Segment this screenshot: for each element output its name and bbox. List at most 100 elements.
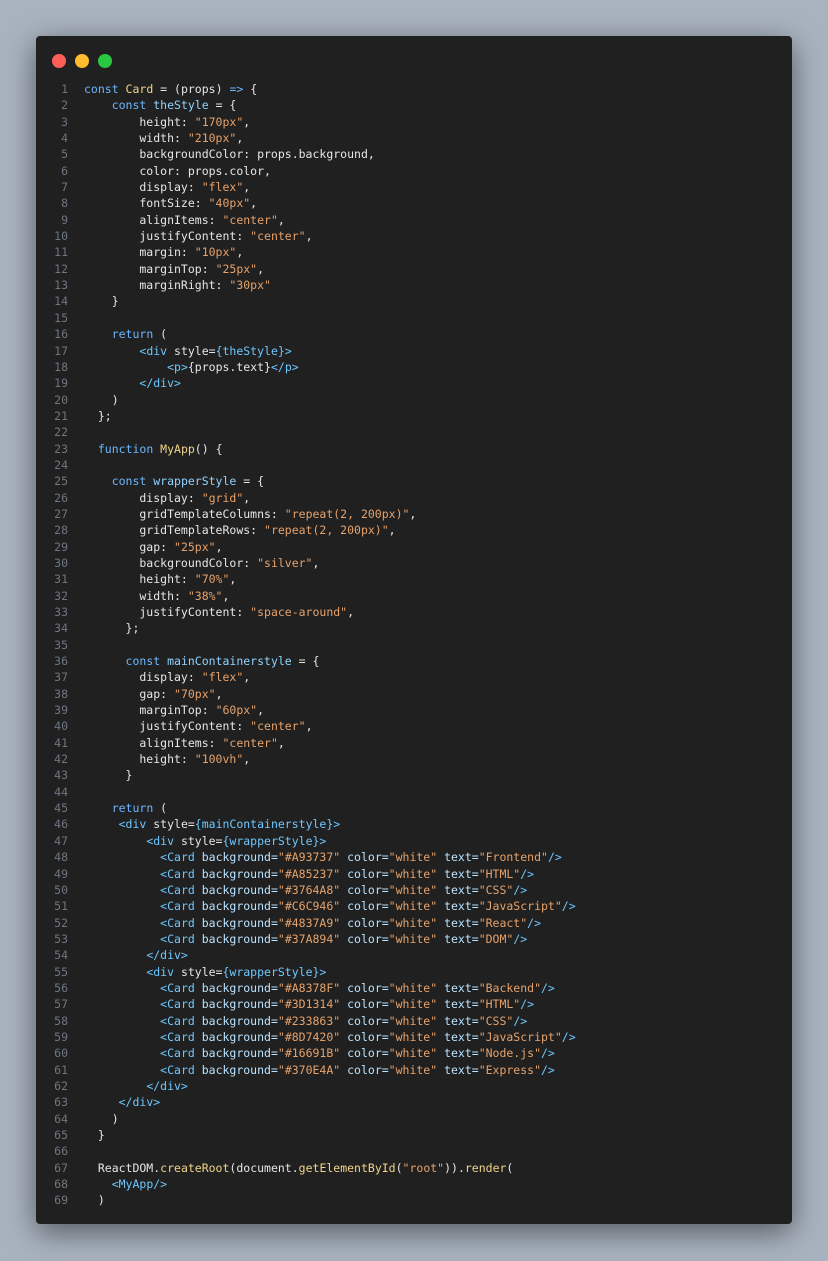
code-token: "white" [388,1046,438,1061]
code-token: "#16691B" [277,1046,341,1061]
code-token: color= [340,882,389,897]
line-number: 43 [54,768,68,783]
code-token: marginTop: [84,703,216,718]
code-token: "flex" [201,670,244,685]
code-line: 67 ReactDOM.createRoot(document.getEleme… [36,1160,792,1176]
window-controls [52,54,112,68]
code-text: display: "flex", [68,669,250,685]
code-window: 1 const Card = (props) => {2 const theSty… [36,36,792,1224]
code-text: alignItems: "center", [68,212,284,228]
code-text: alignItems: "center", [68,735,284,751]
code-line: 8 fontSize: "40px", [36,195,792,211]
code-line: 56 <Card background="#A8378F" color="whi… [36,980,792,996]
code-token: <Card [160,850,195,865]
code-token: </div> [118,1095,161,1110]
code-token: color= [340,899,389,914]
code-token: color= [340,1062,389,1077]
code-text: ReactDOM.createRoot(document.getElementB… [68,1160,514,1176]
code-token: , [222,588,230,603]
code-line: 10 justifyContent: "center", [36,228,792,244]
code-token: > [319,833,327,848]
code-token: margin: [84,245,195,260]
code-token: alignItems: [84,212,223,227]
code-token: <MyApp/> [111,1177,168,1192]
line-number: 12 [54,261,68,276]
code-token: </div> [146,1078,188,1093]
code-token: ( [153,327,168,342]
code-token: display: [84,490,202,505]
code-text: <Card background="#A93737" color="white"… [68,849,562,865]
code-line: 49 <Card background="#A85237" color="whi… [36,866,792,882]
line-number: 6 [61,163,68,178]
maximize-window-icon[interactable] [98,54,112,68]
code-token: </p> [270,359,299,374]
code-token: background= [194,915,278,930]
code-token: justifyContent: [84,229,251,244]
line-number: 59 [54,1029,68,1044]
line-number: 3 [61,114,68,129]
line-number: 41 [54,735,68,750]
code-token: /> [547,850,562,865]
code-line: 30 backgroundColor: "silver", [36,555,792,571]
line-number: 46 [54,817,68,832]
code-token: "100vh" [194,752,244,767]
line-number: 15 [54,310,68,325]
code-token: </div> [146,948,188,963]
code-token: background= [194,1046,278,1061]
code-token: text= [437,899,479,914]
code-text: </div> [68,375,181,391]
code-token: "#A8378F" [277,980,341,995]
line-number: 14 [54,294,68,309]
code-token: }; [84,621,140,636]
code-text: justifyContent: "space-around", [68,604,354,620]
minimize-window-icon[interactable] [75,54,89,68]
code-text: <Card background="#233863" color="white"… [68,1013,527,1029]
code-token: color= [340,1013,389,1028]
code-text: height: "170px", [68,114,250,130]
line-number: 18 [54,359,68,374]
code-text: marginTop: "25px", [68,261,264,277]
code-token: = ( [153,82,181,96]
line-number: 67 [54,1160,68,1175]
code-token: gap: [84,539,175,554]
code-token: , [243,114,251,129]
code-token: /> [541,980,555,995]
line-number: 51 [54,899,68,914]
code-token: {mainContainerstyle} [194,817,334,832]
code-line: 5 backgroundColor: props.background, [36,146,792,162]
code-text: height: "70%", [68,571,236,587]
code-token: /> [520,997,535,1012]
code-line: 21 }; [36,408,792,424]
code-token: backgroundColor: [84,555,258,570]
code-token: "HTML" [478,866,521,881]
line-number: 25 [54,474,68,489]
code-token: "30px" [229,278,271,293]
code-token: /> [541,1046,555,1061]
code-token: , [229,572,237,587]
code-token: "Node.js" [478,1046,541,1061]
code-line: 64 ) [36,1111,792,1127]
code-token: "center" [250,719,306,734]
code-token: createRoot [160,1160,230,1175]
line-number: 63 [54,1095,68,1110]
code-token: display: [84,670,202,685]
code-token: backgroundColor: props.background, [84,147,375,162]
code-text: </div> [68,947,188,963]
code-token: , [243,752,251,767]
code-token: "white" [388,1029,438,1044]
code-token: gridTemplateRows: [84,523,265,538]
close-window-icon[interactable] [52,54,66,68]
code-line: 60 <Card background="#16691B" color="whi… [36,1045,792,1061]
code-text: <MyApp/> [68,1176,167,1192]
code-token: color= [340,1029,389,1044]
code-token: ) [215,82,230,96]
line-number: 24 [54,457,68,472]
code-text: function MyApp() { [68,441,223,457]
code-token: marginTop: [84,261,216,276]
code-token: render [464,1160,507,1175]
code-line: 47 <div style={wrapperStyle}> [36,833,792,849]
code-token: "center" [222,735,278,750]
